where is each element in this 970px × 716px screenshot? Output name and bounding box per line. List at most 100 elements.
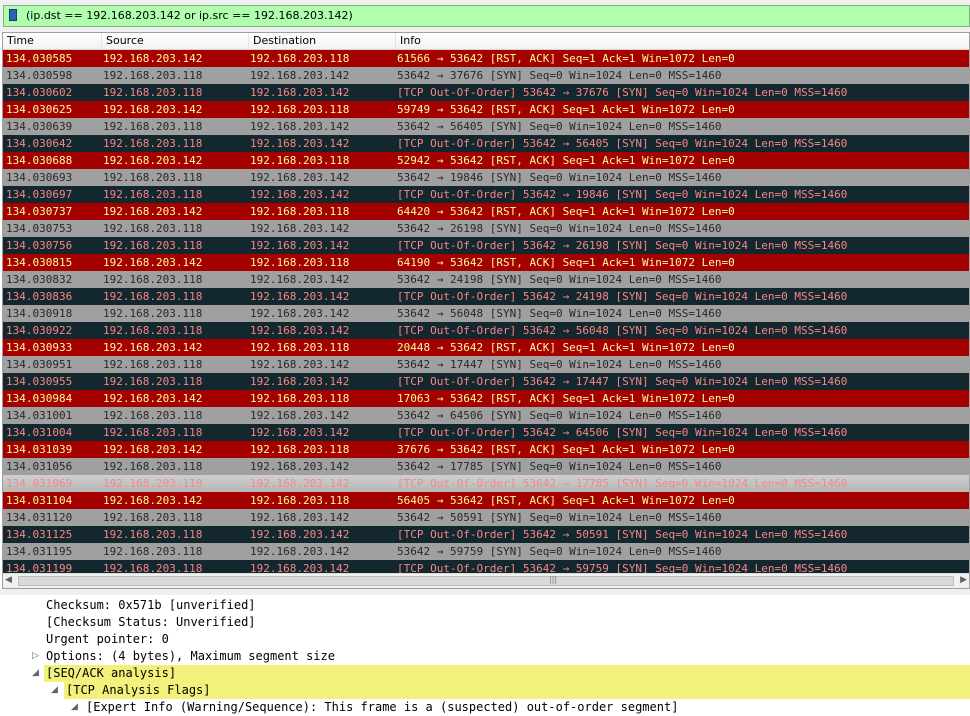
packet-row[interactable]: 134.030951 192.168.203.118 192.168.203.142… xyxy=(3,356,969,373)
packet-row[interactable]: 134.030625 192.168.203.142 192.168.203.118… xyxy=(3,101,969,118)
cell-source: 192.168.203.118 xyxy=(103,222,203,235)
cell-info: 53642 → 17785 [SYN] Seq=0 Win=1024 Len=0… xyxy=(397,460,722,473)
column-header-time[interactable]: Time xyxy=(3,33,102,50)
column-header-info[interactable]: Info xyxy=(396,33,969,50)
cell-source: 192.168.203.118 xyxy=(103,86,203,99)
cell-destination: 192.168.203.142 xyxy=(250,324,350,337)
packet-row[interactable]: 134.030955 192.168.203.118 192.168.203.142… xyxy=(3,373,969,390)
detail-checksum-status[interactable]: [Checksum Status: Unverified] xyxy=(46,614,256,631)
packet-row[interactable]: 134.030697 192.168.203.118 192.168.203.142… xyxy=(3,186,969,203)
packet-row[interactable]: 134.030933 192.168.203.142 192.168.203.118… xyxy=(3,339,969,356)
packet-row[interactable]: 134.030602 192.168.203.118 192.168.203.142… xyxy=(3,84,969,101)
cell-destination: 192.168.203.142 xyxy=(250,290,350,303)
packet-row[interactable]: 134.030753 192.168.203.118 192.168.203.142… xyxy=(3,220,969,237)
packet-row[interactable]: 134.030598 192.168.203.118 192.168.203.142… xyxy=(3,67,969,84)
packet-row[interactable]: 134.030984 192.168.203.142 192.168.203.118… xyxy=(3,390,969,407)
cell-source: 192.168.203.142 xyxy=(103,52,203,65)
packet-row[interactable]: 134.030737 192.168.203.142 192.168.203.118… xyxy=(3,203,969,220)
detail-seq-ack-analysis[interactable]: [SEQ/ACK analysis] xyxy=(44,665,970,682)
cell-source: 192.168.203.118 xyxy=(103,120,203,133)
packet-row[interactable]: 134.030832 192.168.203.118 192.168.203.142… xyxy=(3,271,969,288)
cell-source: 192.168.203.118 xyxy=(103,460,203,473)
collapse-arrow-icon[interactable]: ◢ xyxy=(32,668,39,678)
cell-time: 134.030832 xyxy=(6,273,73,286)
packet-row[interactable]: 134.030836 192.168.203.118 192.168.203.142… xyxy=(3,288,969,305)
bookmark-icon[interactable] xyxy=(9,9,17,21)
cell-destination: 192.168.203.142 xyxy=(250,86,350,99)
cell-destination: 192.168.203.142 xyxy=(250,188,350,201)
packet-details-pane[interactable]: Checksum: 0x571b [unverified] [Checksum … xyxy=(0,595,970,716)
cell-source: 192.168.203.142 xyxy=(103,341,203,354)
packet-row[interactable]: 134.031039 192.168.203.142 192.168.203.118… xyxy=(3,441,969,458)
cell-time: 134.030836 xyxy=(6,290,73,303)
cell-info: 64420 → 53642 [RST, ACK] Seq=1 Ack=1 Win… xyxy=(397,205,735,218)
cell-info: 56405 → 53642 [RST, ACK] Seq=1 Ack=1 Win… xyxy=(397,494,735,507)
cell-info: [TCP Out-Of-Order] 53642 → 37676 [SYN] S… xyxy=(397,86,848,99)
detail-options[interactable]: Options: (4 bytes), Maximum segment size xyxy=(46,648,335,665)
cell-time: 134.030737 xyxy=(6,205,73,218)
packet-row[interactable]: 134.031120 192.168.203.118 192.168.203.142… xyxy=(3,509,969,526)
packet-row[interactable]: 134.030693 192.168.203.118 192.168.203.142… xyxy=(3,169,969,186)
cell-info: 53642 → 26198 [SYN] Seq=0 Win=1024 Len=0… xyxy=(397,222,722,235)
cell-info: 17063 → 53642 [RST, ACK] Seq=1 Ack=1 Win… xyxy=(397,392,735,405)
packet-row[interactable]: 134.030639 192.168.203.118 192.168.203.142… xyxy=(3,118,969,135)
scrollbar-thumb[interactable]: ||| xyxy=(18,575,954,586)
display-filter-bar: (ip.dst == 192.168.203.142 or ip.src == … xyxy=(0,0,970,32)
collapse-arrow-icon[interactable]: ◢ xyxy=(51,685,58,695)
packet-row[interactable]: 134.031125 192.168.203.118 192.168.203.142… xyxy=(3,526,969,543)
packet-row[interactable]: 134.031004 192.168.203.118 192.168.203.142… xyxy=(3,424,969,441)
cell-time: 134.031056 xyxy=(6,460,73,473)
display-filter-input[interactable]: (ip.dst == 192.168.203.142 or ip.src == … xyxy=(3,5,970,27)
cell-time: 134.030753 xyxy=(6,222,73,235)
column-header-destination[interactable]: Destination xyxy=(249,33,396,50)
detail-tcp-analysis-flags[interactable]: [TCP Analysis Flags] xyxy=(64,682,970,699)
detail-checksum[interactable]: Checksum: 0x571b [unverified] xyxy=(46,597,256,614)
cell-destination: 192.168.203.142 xyxy=(250,307,350,320)
packet-row[interactable]: 134.030815 192.168.203.142 192.168.203.118… xyxy=(3,254,969,271)
cell-source: 192.168.203.118 xyxy=(103,137,203,150)
cell-destination: 192.168.203.118 xyxy=(250,154,350,167)
collapse-arrow-icon[interactable]: ◢ xyxy=(71,702,78,712)
cell-time: 134.030933 xyxy=(6,341,73,354)
packet-row[interactable]: 134.031199 192.168.203.118 192.168.203.142… xyxy=(3,560,969,573)
packet-row[interactable]: 134.030642 192.168.203.118 192.168.203.142… xyxy=(3,135,969,152)
packet-row[interactable]: 134.030918 192.168.203.118 192.168.203.142… xyxy=(3,305,969,322)
cell-source: 192.168.203.118 xyxy=(103,409,203,422)
column-header-source[interactable]: Source xyxy=(102,33,249,50)
detail-urgent-pointer[interactable]: Urgent pointer: 0 xyxy=(46,631,169,648)
packet-row[interactable]: 134.030756 192.168.203.118 192.168.203.142… xyxy=(3,237,969,254)
cell-destination: 192.168.203.142 xyxy=(250,528,350,541)
cell-time: 134.030639 xyxy=(6,120,73,133)
packet-row[interactable]: 134.031069 192.168.203.118 192.168.203.142… xyxy=(3,475,969,492)
cell-source: 192.168.203.118 xyxy=(103,545,203,558)
display-filter-text: (ip.dst == 192.168.203.142 or ip.src == … xyxy=(26,9,353,22)
packet-row[interactable]: 134.030585 192.168.203.142 192.168.203.118… xyxy=(3,50,969,67)
cell-destination: 192.168.203.118 xyxy=(250,443,350,456)
scroll-right-arrow-icon[interactable]: ▶ xyxy=(960,575,967,585)
packet-row[interactable]: 134.031195 192.168.203.118 192.168.203.142… xyxy=(3,543,969,560)
cell-info: [TCP Out-Of-Order] 53642 → 24198 [SYN] S… xyxy=(397,290,848,303)
packet-row[interactable]: 134.031001 192.168.203.118 192.168.203.142… xyxy=(3,407,969,424)
cell-info: [TCP Out-Of-Order] 53642 → 56048 [SYN] S… xyxy=(397,324,848,337)
cell-time: 134.030922 xyxy=(6,324,73,337)
cell-time: 134.031120 xyxy=(6,511,73,524)
expand-arrow-icon[interactable]: ▷ xyxy=(32,651,39,661)
scroll-left-arrow-icon[interactable]: ◀ xyxy=(5,575,12,585)
cell-time: 134.030598 xyxy=(6,69,73,82)
detail-expert-info[interactable]: [Expert Info (Warning/Sequence): This fr… xyxy=(86,699,678,716)
cell-source: 192.168.203.118 xyxy=(103,477,203,490)
cell-info: 53642 → 59759 [SYN] Seq=0 Win=1024 Len=0… xyxy=(397,545,722,558)
cell-source: 192.168.203.118 xyxy=(103,273,203,286)
cell-time: 134.031104 xyxy=(6,494,73,507)
cell-destination: 192.168.203.118 xyxy=(250,103,350,116)
horizontal-scrollbar[interactable]: ◀ ||| ▶ xyxy=(3,573,969,588)
cell-destination: 192.168.203.142 xyxy=(250,545,350,558)
packet-list[interactable]: Time Source Destination Info 134.030585 1… xyxy=(2,32,970,589)
packet-row[interactable]: 134.031104 192.168.203.142 192.168.203.118… xyxy=(3,492,969,509)
packet-row[interactable]: 134.031056 192.168.203.118 192.168.203.142… xyxy=(3,458,969,475)
packet-row[interactable]: 134.030922 192.168.203.118 192.168.203.142… xyxy=(3,322,969,339)
cell-time: 134.030955 xyxy=(6,375,73,388)
packet-row[interactable]: 134.030688 192.168.203.142 192.168.203.118… xyxy=(3,152,969,169)
cell-info: 52942 → 53642 [RST, ACK] Seq=1 Ack=1 Win… xyxy=(397,154,735,167)
cell-info: 53642 → 24198 [SYN] Seq=0 Win=1024 Len=0… xyxy=(397,273,722,286)
